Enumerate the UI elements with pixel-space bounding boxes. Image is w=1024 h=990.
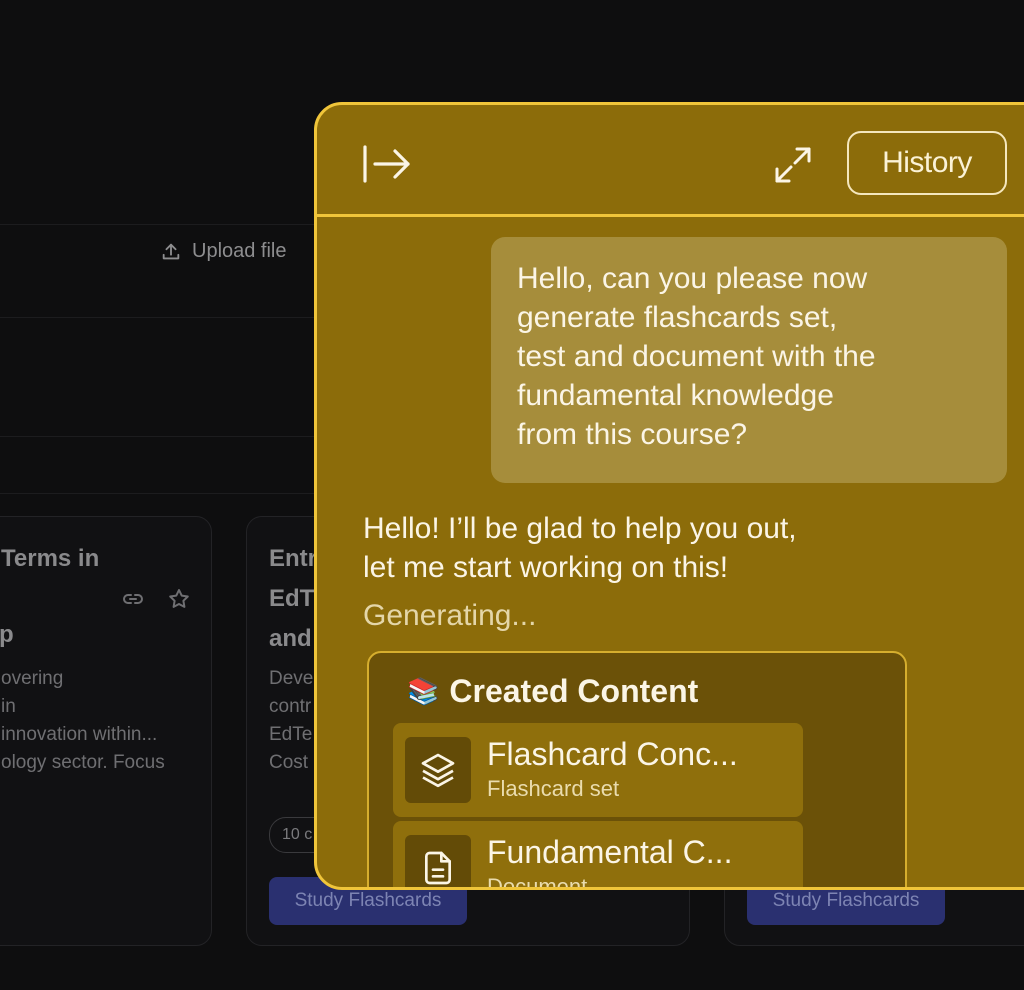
message-line: from this course?: [517, 418, 748, 451]
message-line: generate flashcards set,: [517, 301, 838, 334]
upload-icon: [162, 243, 180, 259]
card-title: Terms in: [1, 545, 100, 572]
star-icon[interactable]: [167, 587, 191, 611]
message-line: fundamental knowledge: [517, 379, 834, 412]
course-card[interactable]: Terms in p overing in innovation within.…: [0, 516, 212, 946]
upload-file-label: Upload file: [192, 240, 287, 262]
ai-chat-panel: History Hello, can you please now genera…: [314, 102, 1024, 890]
chat-header: History: [317, 105, 1024, 217]
upload-file-button[interactable]: Upload file: [160, 240, 287, 263]
item-icon-container: [405, 835, 471, 887]
item-icon-container: [405, 737, 471, 803]
collapse-panel-icon[interactable]: [361, 143, 413, 185]
description-line: overing: [1, 668, 64, 689]
link-icon[interactable]: [121, 587, 145, 611]
description-line: innovation within...: [1, 724, 158, 745]
card-description: overing in innovation within... ology se…: [1, 665, 165, 777]
created-content-box: 📚 Created Content Flashcard Conc... Flas…: [367, 651, 907, 890]
created-item-document[interactable]: Fundamental C... Document: [393, 821, 803, 890]
card-title-continued: p: [0, 621, 14, 648]
item-type: Flashcard set: [487, 776, 620, 801]
history-button[interactable]: History: [847, 131, 1007, 195]
layers-icon: [421, 753, 455, 788]
item-type: Document: [487, 874, 588, 890]
books-icon: 📚: [407, 676, 440, 706]
assistant-message: Hello! I’ll be glad to help you out, let…: [363, 509, 963, 587]
created-item-flashcard-set[interactable]: Flashcard Conc... Flashcard set: [393, 723, 803, 817]
generating-status: Generating...: [363, 599, 537, 632]
message-line: Hello, can you please now: [517, 262, 868, 295]
card-actions: [121, 587, 191, 611]
document-icon: [425, 851, 451, 885]
message-line: Hello! I’ll be glad to help you out,: [363, 512, 797, 545]
description-line: ology sector. Focus: [1, 752, 165, 773]
created-content-title: Created Content: [449, 673, 699, 709]
message-line: let me start working on this!: [363, 551, 729, 584]
item-title: Fundamental C...: [487, 834, 733, 870]
description-line: in: [1, 696, 16, 717]
created-content-heading: 📚 Created Content: [407, 673, 698, 710]
expand-icon[interactable]: [773, 145, 813, 185]
message-line: test and document with the: [517, 340, 876, 373]
user-message-bubble: Hello, can you please now generate flash…: [491, 237, 1007, 483]
item-title: Flashcard Conc...: [487, 736, 738, 772]
